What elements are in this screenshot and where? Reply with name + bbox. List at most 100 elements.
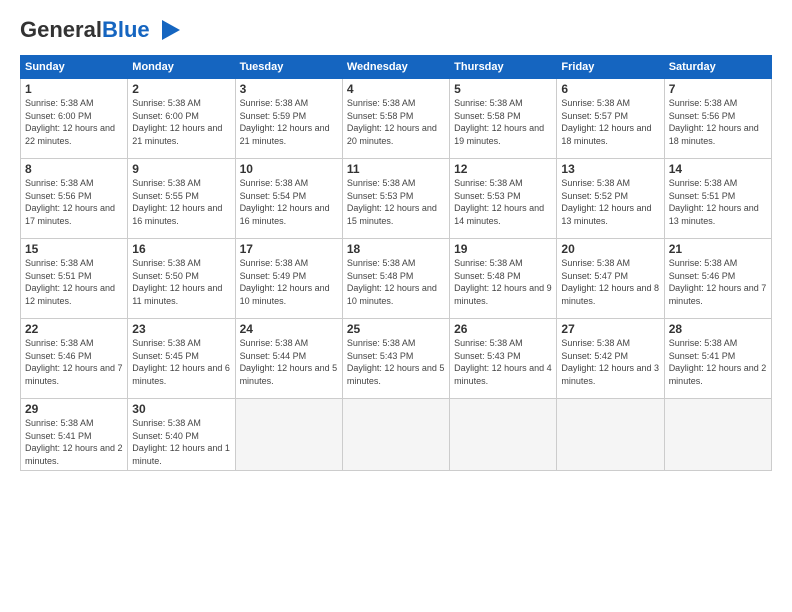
- day-info: Sunrise: 5:38 AMSunset: 5:53 PMDaylight:…: [454, 177, 552, 227]
- table-row: 6Sunrise: 5:38 AMSunset: 5:57 PMDaylight…: [557, 79, 664, 159]
- day-number: 14: [669, 162, 767, 176]
- col-thursday: Thursday: [450, 56, 557, 79]
- day-number: 26: [454, 322, 552, 336]
- table-row: 5Sunrise: 5:38 AMSunset: 5:58 PMDaylight…: [450, 79, 557, 159]
- day-info: Sunrise: 5:38 AMSunset: 5:59 PMDaylight:…: [240, 97, 338, 147]
- day-number: 12: [454, 162, 552, 176]
- day-info: Sunrise: 5:38 AMSunset: 5:58 PMDaylight:…: [347, 97, 445, 147]
- table-row: 22Sunrise: 5:38 AMSunset: 5:46 PMDayligh…: [21, 319, 128, 399]
- day-number: 7: [669, 82, 767, 96]
- day-number: 10: [240, 162, 338, 176]
- table-row: 9Sunrise: 5:38 AMSunset: 5:55 PMDaylight…: [128, 159, 235, 239]
- day-number: 27: [561, 322, 659, 336]
- col-sunday: Sunday: [21, 56, 128, 79]
- table-row: 3Sunrise: 5:38 AMSunset: 5:59 PMDaylight…: [235, 79, 342, 159]
- calendar-body: 1Sunrise: 5:38 AMSunset: 6:00 PMDaylight…: [21, 79, 772, 471]
- table-row: 12Sunrise: 5:38 AMSunset: 5:53 PMDayligh…: [450, 159, 557, 239]
- day-number: 25: [347, 322, 445, 336]
- table-row: 29Sunrise: 5:38 AMSunset: 5:41 PMDayligh…: [21, 399, 128, 471]
- col-tuesday: Tuesday: [235, 56, 342, 79]
- table-row: [557, 399, 664, 471]
- day-info: Sunrise: 5:38 AMSunset: 5:46 PMDaylight:…: [25, 337, 123, 387]
- day-number: 17: [240, 242, 338, 256]
- table-row: 19Sunrise: 5:38 AMSunset: 5:48 PMDayligh…: [450, 239, 557, 319]
- day-info: Sunrise: 5:38 AMSunset: 5:56 PMDaylight:…: [25, 177, 123, 227]
- day-info: Sunrise: 5:38 AMSunset: 5:48 PMDaylight:…: [347, 257, 445, 307]
- day-info: Sunrise: 5:38 AMSunset: 5:43 PMDaylight:…: [347, 337, 445, 387]
- day-info: Sunrise: 5:38 AMSunset: 5:48 PMDaylight:…: [454, 257, 552, 307]
- day-info: Sunrise: 5:38 AMSunset: 6:00 PMDaylight:…: [25, 97, 123, 147]
- day-number: 28: [669, 322, 767, 336]
- table-row: 15Sunrise: 5:38 AMSunset: 5:51 PMDayligh…: [21, 239, 128, 319]
- table-row: [235, 399, 342, 471]
- table-row: 14Sunrise: 5:38 AMSunset: 5:51 PMDayligh…: [664, 159, 771, 239]
- day-number: 19: [454, 242, 552, 256]
- table-row: [450, 399, 557, 471]
- day-info: Sunrise: 5:38 AMSunset: 5:50 PMDaylight:…: [132, 257, 230, 307]
- table-row: 1Sunrise: 5:38 AMSunset: 6:00 PMDaylight…: [21, 79, 128, 159]
- day-number: 29: [25, 402, 123, 416]
- table-row: 18Sunrise: 5:38 AMSunset: 5:48 PMDayligh…: [342, 239, 449, 319]
- day-number: 23: [132, 322, 230, 336]
- col-wednesday: Wednesday: [342, 56, 449, 79]
- table-row: 24Sunrise: 5:38 AMSunset: 5:44 PMDayligh…: [235, 319, 342, 399]
- table-row: 27Sunrise: 5:38 AMSunset: 5:42 PMDayligh…: [557, 319, 664, 399]
- day-number: 2: [132, 82, 230, 96]
- table-row: 4Sunrise: 5:38 AMSunset: 5:58 PMDaylight…: [342, 79, 449, 159]
- table-row: 21Sunrise: 5:38 AMSunset: 5:46 PMDayligh…: [664, 239, 771, 319]
- column-header-row: Sunday Monday Tuesday Wednesday Thursday…: [21, 56, 772, 79]
- day-info: Sunrise: 5:38 AMSunset: 5:44 PMDaylight:…: [240, 337, 338, 387]
- table-row: 16Sunrise: 5:38 AMSunset: 5:50 PMDayligh…: [128, 239, 235, 319]
- day-info: Sunrise: 5:38 AMSunset: 5:41 PMDaylight:…: [25, 417, 123, 467]
- day-number: 18: [347, 242, 445, 256]
- header: GeneralBlue: [20, 15, 772, 45]
- day-info: Sunrise: 5:38 AMSunset: 5:55 PMDaylight:…: [132, 177, 230, 227]
- day-number: 4: [347, 82, 445, 96]
- day-info: Sunrise: 5:38 AMSunset: 5:42 PMDaylight:…: [561, 337, 659, 387]
- day-info: Sunrise: 5:38 AMSunset: 5:57 PMDaylight:…: [561, 97, 659, 147]
- table-row: [664, 399, 771, 471]
- day-number: 20: [561, 242, 659, 256]
- table-row: 17Sunrise: 5:38 AMSunset: 5:49 PMDayligh…: [235, 239, 342, 319]
- table-row: 20Sunrise: 5:38 AMSunset: 5:47 PMDayligh…: [557, 239, 664, 319]
- table-row: 10Sunrise: 5:38 AMSunset: 5:54 PMDayligh…: [235, 159, 342, 239]
- day-info: Sunrise: 5:38 AMSunset: 5:43 PMDaylight:…: [454, 337, 552, 387]
- table-row: 2Sunrise: 5:38 AMSunset: 6:00 PMDaylight…: [128, 79, 235, 159]
- day-number: 8: [25, 162, 123, 176]
- col-friday: Friday: [557, 56, 664, 79]
- table-row: 30Sunrise: 5:38 AMSunset: 5:40 PMDayligh…: [128, 399, 235, 471]
- day-number: 6: [561, 82, 659, 96]
- day-number: 30: [132, 402, 230, 416]
- day-info: Sunrise: 5:38 AMSunset: 5:51 PMDaylight:…: [25, 257, 123, 307]
- day-info: Sunrise: 5:38 AMSunset: 5:53 PMDaylight:…: [347, 177, 445, 227]
- table-row: 7Sunrise: 5:38 AMSunset: 5:56 PMDaylight…: [664, 79, 771, 159]
- day-info: Sunrise: 5:38 AMSunset: 5:56 PMDaylight:…: [669, 97, 767, 147]
- table-row: 11Sunrise: 5:38 AMSunset: 5:53 PMDayligh…: [342, 159, 449, 239]
- day-info: Sunrise: 5:38 AMSunset: 5:51 PMDaylight:…: [669, 177, 767, 227]
- day-info: Sunrise: 5:38 AMSunset: 5:52 PMDaylight:…: [561, 177, 659, 227]
- table-row: 23Sunrise: 5:38 AMSunset: 5:45 PMDayligh…: [128, 319, 235, 399]
- table-row: 28Sunrise: 5:38 AMSunset: 5:41 PMDayligh…: [664, 319, 771, 399]
- day-info: Sunrise: 5:38 AMSunset: 5:45 PMDaylight:…: [132, 337, 230, 387]
- day-number: 9: [132, 162, 230, 176]
- day-number: 16: [132, 242, 230, 256]
- day-number: 5: [454, 82, 552, 96]
- day-number: 3: [240, 82, 338, 96]
- day-number: 11: [347, 162, 445, 176]
- day-number: 15: [25, 242, 123, 256]
- table-row: 25Sunrise: 5:38 AMSunset: 5:43 PMDayligh…: [342, 319, 449, 399]
- col-monday: Monday: [128, 56, 235, 79]
- page-container: GeneralBlue Sunday Monday Tuesday Wednes…: [0, 0, 792, 481]
- day-info: Sunrise: 5:38 AMSunset: 5:47 PMDaylight:…: [561, 257, 659, 307]
- col-saturday: Saturday: [664, 56, 771, 79]
- day-info: Sunrise: 5:38 AMSunset: 5:41 PMDaylight:…: [669, 337, 767, 387]
- day-info: Sunrise: 5:38 AMSunset: 5:49 PMDaylight:…: [240, 257, 338, 307]
- table-row: 13Sunrise: 5:38 AMSunset: 5:52 PMDayligh…: [557, 159, 664, 239]
- day-number: 24: [240, 322, 338, 336]
- table-row: [342, 399, 449, 471]
- day-number: 21: [669, 242, 767, 256]
- day-info: Sunrise: 5:38 AMSunset: 5:54 PMDaylight:…: [240, 177, 338, 227]
- day-info: Sunrise: 5:38 AMSunset: 5:58 PMDaylight:…: [454, 97, 552, 147]
- day-number: 1: [25, 82, 123, 96]
- day-info: Sunrise: 5:38 AMSunset: 5:46 PMDaylight:…: [669, 257, 767, 307]
